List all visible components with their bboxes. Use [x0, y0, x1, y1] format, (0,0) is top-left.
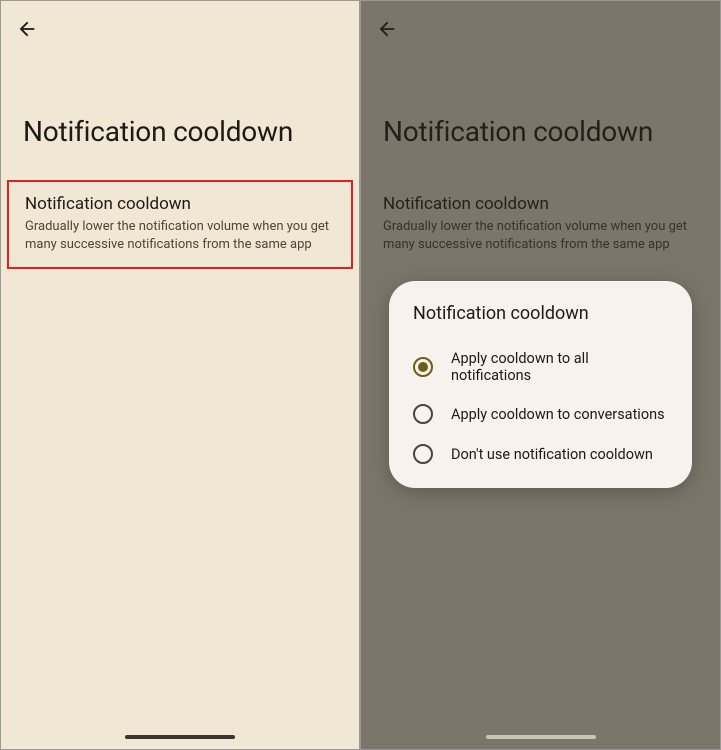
option-label: Apply cooldown to conversations	[451, 406, 665, 423]
cooldown-dialog: Notification cooldown Apply cooldown to …	[389, 281, 692, 488]
topbar	[1, 1, 359, 57]
option-dont-use[interactable]: Don't use notification cooldown	[409, 434, 672, 474]
setting-title: Notification cooldown	[25, 194, 335, 214]
radio-selected-icon	[413, 357, 433, 377]
nav-handle[interactable]	[486, 735, 596, 739]
back-button[interactable]	[15, 17, 39, 41]
radio-unselected-icon	[413, 404, 433, 424]
radio-unselected-icon	[413, 444, 433, 464]
option-conversations[interactable]: Apply cooldown to conversations	[409, 394, 672, 434]
option-all-notifications[interactable]: Apply cooldown to all notifications	[409, 340, 672, 394]
page-title: Notification cooldown	[1, 57, 359, 180]
option-label: Don't use notification cooldown	[451, 446, 653, 463]
settings-screen-left: Notification cooldown Notification coold…	[0, 0, 360, 750]
option-label: Apply cooldown to all notifications	[451, 350, 668, 384]
arrow-left-icon	[16, 18, 38, 40]
setting-description: Gradually lower the notification volume …	[25, 218, 335, 253]
settings-screen-right: Notification cooldown Notification coold…	[360, 0, 721, 750]
dialog-title: Notification cooldown	[409, 303, 672, 324]
nav-handle[interactable]	[125, 735, 235, 739]
setting-notification-cooldown[interactable]: Notification cooldown Gradually lower th…	[7, 180, 353, 269]
